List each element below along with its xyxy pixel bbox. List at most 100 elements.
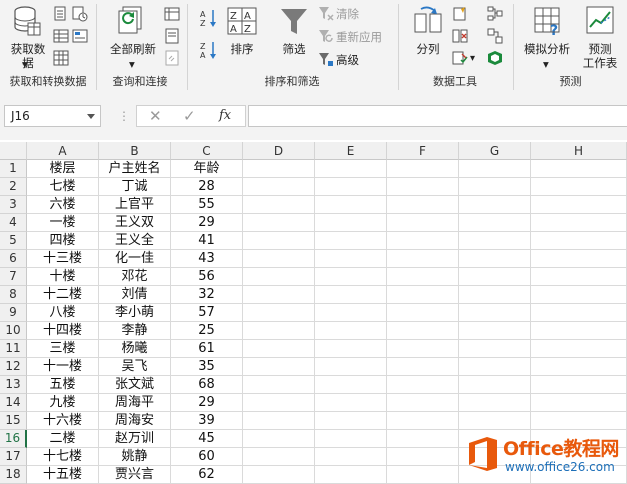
cell[interactable] [459,394,531,412]
cell[interactable]: 刘倩 [99,286,171,304]
cell[interactable] [531,322,627,340]
cell[interactable] [243,232,315,250]
cell[interactable] [315,448,387,466]
cell[interactable] [315,304,387,322]
cell[interactable]: 六楼 [27,196,99,214]
from-table-icon[interactable] [53,28,69,44]
cell[interactable]: 43 [171,250,243,268]
cell[interactable] [531,268,627,286]
cell[interactable]: 周海安 [99,412,171,430]
cell[interactable]: 丁诚 [99,178,171,196]
cell[interactable] [243,160,315,178]
cell[interactable] [531,286,627,304]
column-header-e[interactable]: E [315,142,387,160]
cell[interactable]: 户主姓名 [99,160,171,178]
cell[interactable]: 56 [171,268,243,286]
row-header[interactable]: 9 [0,304,27,322]
column-header-g[interactable]: G [459,142,531,160]
cell[interactable] [315,358,387,376]
cell[interactable]: 上官平 [99,196,171,214]
column-header-a[interactable]: A [27,142,99,160]
cell[interactable] [387,250,459,268]
cell[interactable]: 一楼 [27,214,99,232]
filter-button[interactable]: 筛选 [274,3,314,63]
cell[interactable] [387,322,459,340]
cell[interactable] [531,412,627,430]
cell[interactable]: 45 [171,430,243,448]
cell[interactable] [531,358,627,376]
from-web-icon[interactable] [72,6,88,22]
cell[interactable]: 五楼 [27,376,99,394]
cell[interactable] [243,376,315,394]
row-header[interactable]: 18 [0,466,27,484]
select-all-corner[interactable] [0,142,27,160]
cell[interactable]: 68 [171,376,243,394]
cell[interactable]: 32 [171,286,243,304]
cell[interactable] [459,340,531,358]
cell[interactable] [387,376,459,394]
cell[interactable]: 25 [171,322,243,340]
data-model-icon[interactable] [487,50,503,66]
cell[interactable] [243,250,315,268]
cell[interactable] [387,448,459,466]
cell[interactable]: 王义双 [99,214,171,232]
cell[interactable]: 邓花 [99,268,171,286]
cell[interactable]: 二楼 [27,430,99,448]
row-header[interactable]: 12 [0,358,27,376]
cell[interactable] [531,340,627,358]
consolidate-icon[interactable] [487,6,503,22]
get-data-button[interactable]: 获取数据 ▾ [4,3,50,71]
cell[interactable] [387,430,459,448]
sort-button[interactable]: ZAAZ 排序 [224,3,260,63]
cell[interactable] [459,376,531,394]
sort-za-button[interactable]: ZA [200,40,218,60]
cell[interactable] [315,376,387,394]
cell[interactable]: 姚静 [99,448,171,466]
cell[interactable] [387,466,459,484]
data-validation-icon[interactable] [452,50,468,66]
cell[interactable] [459,160,531,178]
cell[interactable] [243,466,315,484]
cell[interactable] [459,214,531,232]
cell[interactable]: 29 [171,214,243,232]
cell[interactable]: 57 [171,304,243,322]
cell[interactable]: 李静 [99,322,171,340]
cell[interactable] [315,466,387,484]
row-header[interactable]: 11 [0,340,27,358]
cell[interactable] [315,160,387,178]
cell[interactable] [315,430,387,448]
cell[interactable] [459,250,531,268]
clear-button[interactable]: 清除 [318,6,378,22]
enter-icon[interactable]: ✓ [183,107,196,125]
cell[interactable] [531,232,627,250]
cancel-icon[interactable]: ✕ [149,107,162,125]
cell[interactable]: 十五楼 [27,466,99,484]
cell[interactable] [243,286,315,304]
cell[interactable] [531,250,627,268]
chevron-down-icon[interactable] [87,114,95,119]
cell[interactable] [243,178,315,196]
cell[interactable]: 60 [171,448,243,466]
cell[interactable] [243,340,315,358]
formula-input[interactable] [248,105,627,127]
cell[interactable]: 吴飞 [99,358,171,376]
cell[interactable]: 李小萌 [99,304,171,322]
column-header-h[interactable]: H [531,142,627,160]
cell[interactable] [315,232,387,250]
row-header[interactable]: 5 [0,232,27,250]
cell[interactable] [387,196,459,214]
relationships-icon[interactable] [487,28,503,44]
cell[interactable] [387,268,459,286]
cell[interactable] [315,178,387,196]
column-header-d[interactable]: D [243,142,315,160]
cell[interactable] [459,358,531,376]
row-header[interactable]: 15 [0,412,27,430]
row-header[interactable]: 1 [0,160,27,178]
cell[interactable] [315,250,387,268]
cell[interactable] [531,394,627,412]
cell[interactable] [315,196,387,214]
cell[interactable] [459,196,531,214]
advanced-button[interactable]: 高级 [318,52,378,68]
from-text-icon[interactable] [53,6,69,22]
row-header[interactable]: 17 [0,448,27,466]
